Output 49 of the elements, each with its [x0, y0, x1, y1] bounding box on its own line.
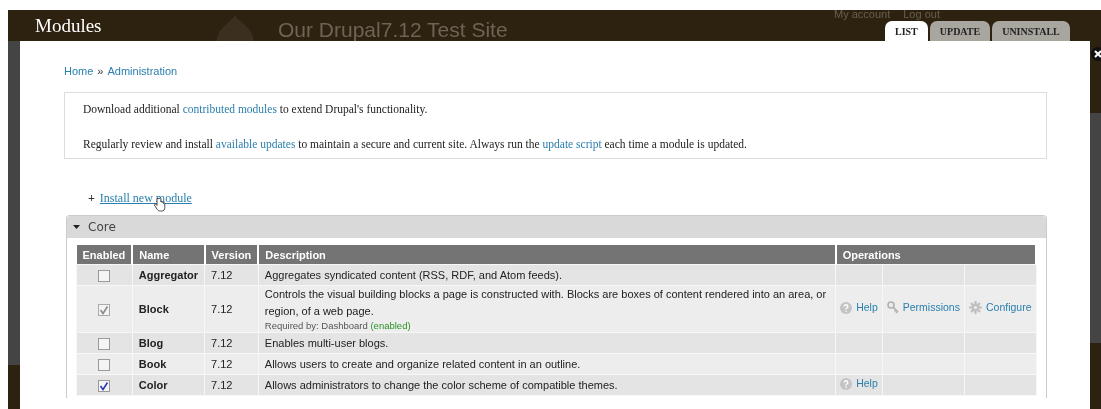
user-link[interactable]: My account [834, 8, 891, 20]
install-link[interactable]: Install new module [99, 191, 192, 206]
module-description: Aggregates syndicated content (RSS, RDF, and Atom feeds). [264, 267, 563, 283]
requirement-note: Required by: Dashboard (enabled) [264, 320, 412, 332]
site-name[interactable]: Our Drupal7.12 Test Site [278, 18, 508, 41]
close-icon[interactable] [1091, 47, 1101, 61]
column-header: Enabled [76, 245, 133, 265]
version: 7.12 [211, 357, 233, 370]
caret-down-icon [73, 225, 80, 229]
module-name: Block [138, 302, 169, 315]
column-header: Name [132, 245, 205, 265]
breadcrumb-separator: » [97, 65, 104, 77]
user-link[interactable]: Log out [903, 8, 940, 20]
breadcrumb-link[interactable]: Home [64, 65, 94, 77]
tab[interactable]: UNINSTALL [992, 21, 1070, 41]
checkbox[interactable] [98, 337, 111, 350]
version: 7.12 [211, 302, 233, 315]
tab[interactable]: UPDATE [929, 21, 991, 41]
version: 7.12 [211, 336, 233, 349]
column-header: Operations [835, 245, 1036, 265]
checkbox[interactable] [98, 379, 111, 392]
plus-icon: + [88, 191, 95, 206]
help-icon [840, 301, 853, 314]
checkbox[interactable] [98, 269, 111, 282]
tab[interactable]: LIST [885, 21, 928, 41]
column-header: Version [204, 245, 259, 265]
module-name: Blog [138, 336, 164, 349]
help-icon [840, 377, 853, 390]
key-icon [886, 301, 899, 314]
module-name: Book [138, 357, 167, 370]
breadcrumb-link[interactable]: Administration [107, 65, 178, 77]
module-description: Controls the visual building blocks a page is constructed with. Blocks are boxes of content rendered into an area, or region, of a web page. [264, 287, 828, 319]
module-description: Allows users to create and organize related content in an outline. [264, 356, 582, 372]
version: 7.12 [211, 378, 233, 391]
module-description: Enables multi-user blogs. [264, 335, 390, 351]
page-title: Modules [35, 15, 102, 37]
version: 7.12 [211, 268, 233, 281]
checkbox[interactable] [98, 358, 111, 371]
column-header: Description [258, 245, 836, 265]
gear-icon [968, 301, 982, 314]
help-link[interactable]: contributed modules [182, 103, 277, 115]
help-link[interactable]: available updates [215, 138, 296, 150]
help-link[interactable]: update script [542, 138, 602, 150]
help-text: Download additional contributed modules to extend Drupal's functionality. [83, 102, 429, 116]
help-text: Regularly review and install available updates to maintain a secure and current site. Always run the update script each time a module is updated. [83, 137, 748, 151]
module-name: Aggregator [138, 268, 199, 281]
fieldset-legend[interactable]: Core [67, 216, 1046, 238]
module-name: Color [138, 378, 168, 391]
module-description: Allows administrators to change the color scheme of compatible themes. [264, 377, 619, 393]
